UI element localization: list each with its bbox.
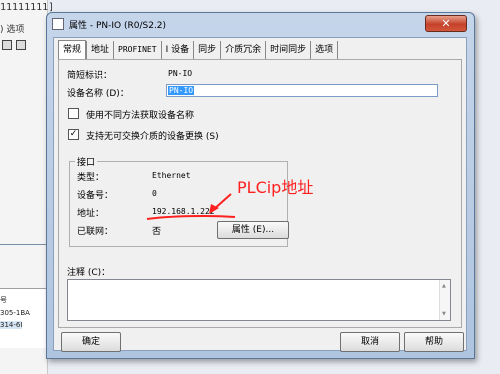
- toolbar-icon[interactable]: [16, 40, 26, 50]
- list-item[interactable]: 号: [0, 295, 7, 305]
- tab-panel-general: 简短标识： PN-IO 设备名称 (D)： PN-IO 使用不同方法获取设备名称…: [58, 59, 462, 328]
- different-method-checkbox[interactable]: [68, 108, 79, 119]
- close-button[interactable]: ✕: [425, 15, 467, 32]
- address-label: 地址：: [77, 209, 105, 219]
- device-number-value: 0: [152, 189, 157, 198]
- dialog-titlebar[interactable]: 属性 - PN-IO (R0/S2.2) ✕: [47, 13, 474, 35]
- tab-profinet[interactable]: PROFINET: [113, 41, 161, 59]
- interface-properties-button[interactable]: 属性 (E)...: [217, 221, 289, 239]
- tab-time-sync[interactable]: 时间同步: [265, 41, 310, 59]
- notes-textarea[interactable]: ▲ ▼: [67, 279, 451, 321]
- cancel-button[interactable]: 取消: [340, 332, 400, 352]
- properties-dialog: 属性 - PN-IO (R0/S2.2) ✕ 常规 地址 PROFINET I …: [46, 12, 475, 359]
- device-name-selected-text: PN-IO: [168, 86, 195, 95]
- notes-scrollbar[interactable]: ▲ ▼: [439, 280, 450, 320]
- type-value: Ethernet: [152, 171, 191, 180]
- list-item[interactable]: 314-6I: [0, 321, 23, 329]
- list-item[interactable]: 305-1BA: [0, 309, 30, 317]
- networked-label: 已联网：: [77, 227, 114, 237]
- tab-general[interactable]: 常规: [58, 40, 87, 60]
- tab-strip: 常规 地址 PROFINET I 设备 同步 介质冗余 时间同步 选项: [58, 40, 339, 60]
- toolbar-icon[interactable]: [2, 40, 12, 50]
- tab-sync[interactable]: 同步: [193, 41, 220, 59]
- short-name-value: PN-IO: [168, 69, 193, 78]
- type-label: 类型：: [77, 173, 105, 183]
- background-menu-fragment: ) 选项: [0, 25, 25, 35]
- interface-group-title: 接口: [75, 155, 98, 168]
- scroll-up-icon[interactable]: ▲: [442, 283, 446, 289]
- close-icon: ✕: [441, 17, 451, 30]
- help-button[interactable]: 帮助: [404, 332, 464, 352]
- short-name-label: 简短标识：: [67, 71, 113, 81]
- ip-address-value: 192.168.1.222: [152, 207, 215, 216]
- dialog-app-icon: [52, 18, 64, 30]
- dialog-client-area: 常规 地址 PROFINET I 设备 同步 介质冗余 时间同步 选项 简短标识…: [53, 37, 467, 352]
- tab-media-redundancy[interactable]: 介质冗余: [220, 41, 265, 59]
- background-title-digits: 11111111]: [0, 2, 55, 13]
- tab-options[interactable]: 选项: [310, 41, 339, 59]
- device-name-label: 设备名称 (D)：: [67, 89, 129, 99]
- notes-label: 注释 (C)：: [67, 268, 111, 278]
- background-list: 号 305-1BA 314-6I: [0, 288, 48, 348]
- device-number-label: 设备号：: [77, 191, 114, 201]
- annotation-label: PLCip地址: [237, 178, 314, 197]
- tab-i-device[interactable]: I 设备: [160, 41, 194, 59]
- ok-button[interactable]: 确定: [61, 332, 121, 352]
- dialog-title: 属性 - PN-IO (R0/S2.2): [69, 21, 167, 31]
- tab-address[interactable]: 地址: [86, 41, 113, 59]
- scroll-down-icon[interactable]: ▼: [442, 311, 446, 317]
- device-replace-label[interactable]: 支持无可交换介质的设备更换 (S): [86, 129, 219, 142]
- networked-value: 否: [152, 227, 162, 237]
- device-replace-checkbox[interactable]: ✓: [68, 129, 79, 140]
- device-name-input[interactable]: PN-IO: [166, 84, 438, 97]
- different-method-label[interactable]: 使用不同方法获取设备名称: [86, 108, 194, 121]
- background-divider: [0, 244, 48, 245]
